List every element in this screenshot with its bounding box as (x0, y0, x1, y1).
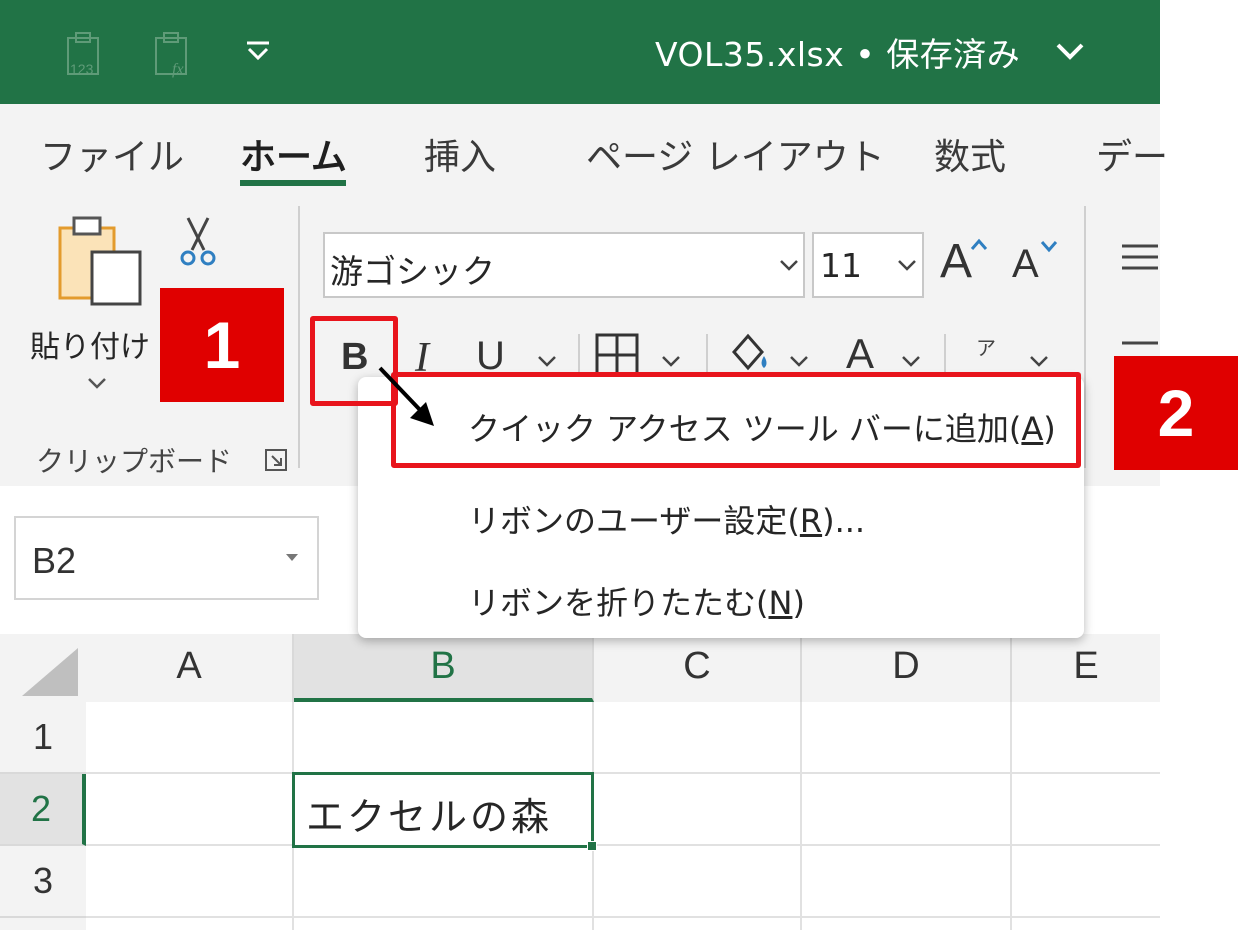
tab-data[interactable]: デー (1096, 128, 1168, 180)
clipboard-group-label: クリップボード (36, 445, 233, 478)
paste-formulas-icon[interactable]: fx (150, 30, 200, 80)
phonetic-guide-button[interactable]: ア (976, 332, 996, 361)
paste-button-label[interactable]: 貼り付け (30, 322, 150, 366)
button-separator (578, 334, 580, 374)
menu-item-customize-ribbon[interactable]: リボンのユーザー設定(R)... (468, 496, 865, 542)
row-header-1[interactable]: 1 (0, 702, 86, 774)
group-separator (298, 206, 300, 468)
column-header-a[interactable]: A (86, 634, 294, 702)
gridline (86, 772, 1160, 774)
column-header-b[interactable]: B (294, 634, 594, 702)
button-separator (944, 334, 946, 374)
row-header-3[interactable]: 3 (0, 846, 86, 918)
svg-text:123: 123 (70, 61, 94, 77)
step-1-badge: 1 (160, 288, 284, 402)
column-header-e[interactable]: E (1012, 634, 1160, 702)
select-all-corner[interactable] (0, 634, 86, 702)
font-size-value: 11 (820, 246, 862, 285)
font-color-button[interactable]: A (846, 330, 874, 378)
pointer-arrow-icon (376, 366, 446, 436)
tab-file[interactable]: ファイル (40, 128, 184, 180)
active-tab-indicator (240, 180, 346, 186)
name-box-dropdown-icon[interactable] (284, 548, 300, 561)
tab-insert[interactable]: 挿入 (424, 128, 496, 180)
cell-b2-value: エクセルの森 (306, 795, 553, 839)
fill-handle[interactable] (587, 841, 597, 851)
tab-page-layout[interactable]: ページ レイアウト (586, 128, 885, 180)
row-header-4[interactable] (0, 918, 86, 930)
fill-color-icon[interactable] (726, 330, 774, 376)
gridline (86, 916, 1160, 918)
cut-icon[interactable] (178, 216, 218, 268)
font-color-dropdown-icon[interactable] (900, 354, 922, 370)
font-size-dropdown-icon[interactable] (896, 258, 918, 274)
align-left-icon[interactable] (1120, 336, 1160, 350)
dialog-launcher-icon[interactable] (264, 448, 288, 472)
step-2-badge: 2 (1114, 356, 1238, 470)
customize-qat-dropdown-icon[interactable] (243, 36, 273, 66)
menu-item-collapse-ribbon[interactable]: リボンを折りたたむ(N) (468, 578, 805, 624)
shrink-caret-icon (1040, 238, 1058, 253)
gridline (86, 844, 1160, 846)
paste-icon[interactable] (56, 214, 146, 306)
column-header-c[interactable]: C (594, 634, 802, 702)
svg-text:fx: fx (172, 61, 184, 78)
font-name-value: 游ゴシック (330, 252, 495, 291)
phonetic-dropdown-icon[interactable] (1028, 354, 1050, 370)
align-top-icon[interactable] (1120, 240, 1160, 274)
grow-font-button[interactable]: A (940, 234, 972, 289)
row-header-2[interactable]: 2 (0, 774, 86, 846)
underline-dropdown-icon[interactable] (536, 354, 558, 370)
grow-caret-icon (970, 236, 988, 250)
paste-dropdown-icon[interactable] (86, 376, 108, 392)
gridline (800, 702, 802, 930)
name-box-value: B2 (32, 540, 77, 581)
tab-home[interactable]: ホーム (240, 128, 347, 180)
borders-dropdown-icon[interactable] (660, 354, 682, 370)
tab-formulas[interactable]: 数式 (934, 128, 1006, 180)
group-separator (1084, 206, 1086, 468)
button-separator (706, 334, 708, 374)
fill-color-dropdown-icon[interactable] (788, 354, 810, 370)
gridline (1010, 702, 1012, 930)
paste-values-icon[interactable]: 123 (62, 30, 112, 80)
menu-item-highlight-frame (391, 372, 1081, 468)
shrink-font-button[interactable]: A (1012, 242, 1039, 287)
font-name-dropdown-icon[interactable] (778, 258, 800, 274)
document-title: VOL35.xlsx • 保存済み (655, 35, 1021, 74)
column-header-d[interactable]: D (802, 634, 1012, 702)
chevron-down-icon[interactable] (1052, 36, 1088, 66)
